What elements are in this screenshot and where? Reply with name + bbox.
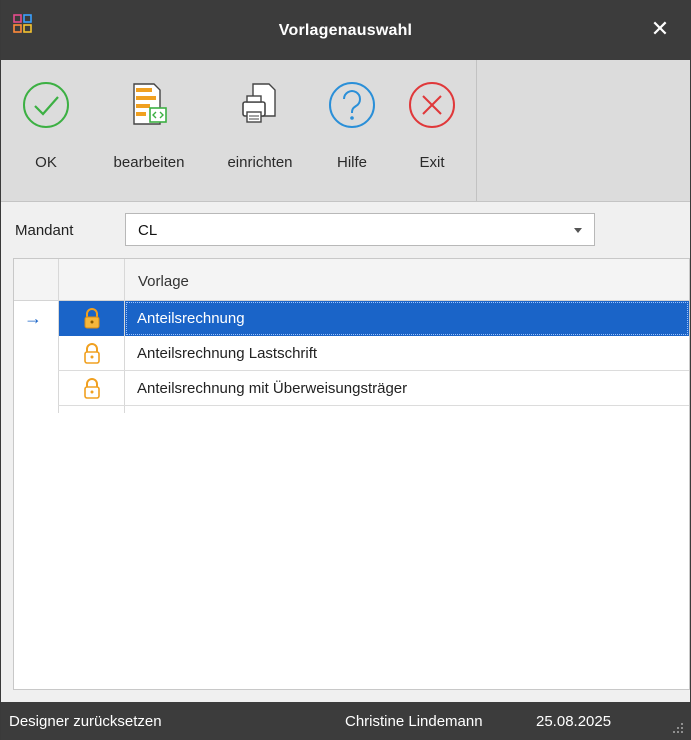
lock-cell [59, 336, 124, 371]
mandant-dropdown[interactable]: CL [125, 213, 595, 246]
lock-icon [84, 308, 100, 329]
arrow-right-icon: → [24, 308, 42, 328]
lock-cell [59, 301, 124, 336]
lock-icon [84, 343, 100, 364]
edit-button[interactable]: bearbeiten [101, 70, 197, 180]
table-row[interactable]: Anteilsrechnung mit Überweisungsträger [14, 371, 689, 406]
check-circle-icon [23, 82, 69, 128]
current-date: 25.08.2025 [536, 713, 612, 730]
name-cell: Anteilsrechnung mit Überweisungsträger [125, 371, 689, 406]
row-indicator-cell: → [14, 301, 58, 336]
x-circle-icon [409, 82, 455, 128]
window-title: Vorlagenauswahl [278, 22, 413, 39]
table-row[interactable]: Anteilsrechnung Lastschrift [14, 336, 689, 371]
edit-document-icon [133, 83, 167, 125]
title-bar: Vorlagenauswahl ✕ [1, 0, 690, 60]
column-header-vorlage[interactable]: Vorlage [138, 273, 189, 290]
name-cell: Anteilsrechnung [125, 301, 689, 336]
row-indicator-cell [14, 371, 58, 406]
mandant-label: Mandant [15, 222, 74, 239]
toolbar: OK bearbeiten einrichten Hilfe Exit [1, 60, 690, 202]
mandant-value: CL [138, 222, 158, 239]
close-button[interactable]: ✕ [648, 17, 672, 41]
question-circle-icon [329, 82, 375, 128]
help-button[interactable]: Hilfe [323, 70, 381, 180]
grid-header: Vorlage [14, 259, 689, 301]
row-indicator-cell [14, 336, 58, 371]
template-name: Anteilsrechnung mit Überweisungsträger [137, 380, 408, 397]
template-grid: Vorlage → Anteilsrechnung Anteilsrechnun… [13, 258, 690, 690]
exit-label: Exit [419, 154, 445, 171]
edit-label: bearbeiten [113, 154, 185, 171]
setup-label: einrichten [227, 154, 293, 171]
template-selection-window: Vorlagenauswahl ✕ OK bearbeiten einricht… [0, 0, 691, 740]
status-bar: Designer zurücksetzen Christine Lindeman… [1, 702, 690, 740]
close-icon: ✕ [650, 16, 670, 41]
reset-designer-link[interactable]: Designer zurücksetzen [9, 713, 162, 730]
lock-cell [59, 371, 124, 406]
current-user: Christine Lindemann [345, 713, 483, 730]
template-name: Anteilsrechnung Lastschrift [137, 345, 318, 362]
toolbar-separator [476, 60, 477, 201]
exit-button[interactable]: Exit [403, 70, 461, 180]
name-cell: Anteilsrechnung Lastschrift [125, 336, 689, 371]
ok-label: OK [35, 154, 57, 171]
ok-button[interactable]: OK [19, 70, 73, 180]
printer-document-icon [242, 83, 276, 123]
resize-grip-icon[interactable] [670, 720, 684, 734]
chevron-down-icon [574, 228, 582, 233]
setup-button[interactable]: einrichten [213, 70, 307, 180]
lock-icon [84, 378, 100, 399]
template-name: Anteilsrechnung [137, 310, 245, 327]
table-row[interactable]: → Anteilsrechnung [14, 301, 689, 336]
help-label: Hilfe [336, 154, 367, 171]
